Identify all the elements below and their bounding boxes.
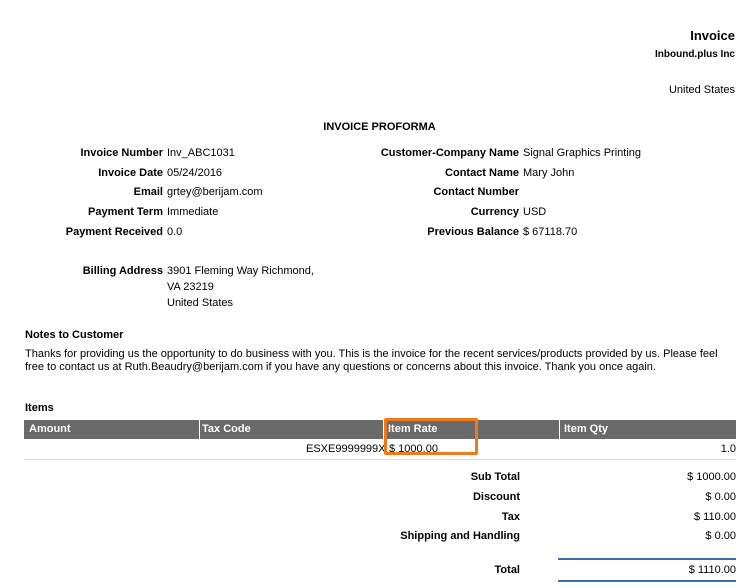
- contact-name-label: Contact Name: [445, 167, 519, 179]
- shipping-label: Shipping and Handling: [400, 530, 520, 542]
- shipping-value: $ 0.00: [705, 530, 736, 542]
- email-label: Email: [133, 186, 163, 198]
- column-header-tax-code: Tax Code: [202, 423, 251, 435]
- contact-number-label: Contact Number: [433, 186, 519, 198]
- items-heading: Items: [25, 402, 54, 414]
- payment-term-value: Immediate: [167, 206, 219, 218]
- customer-company-value: Signal Graphics Printing: [523, 147, 642, 159]
- company-country: United States: [668, 84, 735, 96]
- company-name: Inbound.plus Inc: [655, 49, 735, 60]
- invoice-number-value: Inv_ABC1031: [167, 147, 235, 159]
- tax-value: $ 110.00: [693, 511, 736, 523]
- invoice-number-label: Invoice Number: [80, 147, 163, 159]
- item-qty: 1.0: [720, 443, 736, 455]
- row-divider: [24, 459, 736, 460]
- column-header-item-qty: Item Qty: [564, 423, 609, 435]
- document-title: INVOICE PROFORMA: [323, 121, 436, 133]
- column-divider: [559, 420, 560, 439]
- currency-label: Currency: [470, 206, 519, 218]
- column-divider: [199, 420, 200, 439]
- previous-balance-value: $ 67118.70: [523, 226, 578, 238]
- grand-total-value: $ 1110.00: [688, 564, 736, 576]
- payment-received-value: 0.0: [167, 226, 183, 238]
- subtotal-label: Sub Total: [470, 471, 520, 483]
- invoice-title: Invoice: [690, 28, 735, 43]
- contact-name-value: Mary John: [523, 167, 575, 179]
- billing-address-line1: 3901 Fleming Way Richmond,: [167, 265, 314, 277]
- previous-balance-label: Previous Balance: [427, 226, 519, 238]
- discount-label: Discount: [472, 491, 520, 503]
- item-tax-code: ESXE9999999X: [306, 443, 386, 455]
- customer-company-label: Customer-Company Name: [380, 147, 519, 159]
- invoice-date-value: 05/24/2016: [167, 167, 223, 179]
- email-value: grtey@berijam.com: [167, 186, 263, 198]
- tax-label: Tax: [501, 511, 520, 523]
- billing-address-line2: VA 23219: [167, 281, 214, 293]
- invoice-date-label: Invoice Date: [98, 167, 163, 179]
- discount-value: $ 0.00: [705, 491, 736, 503]
- billing-address-label: Billing Address: [82, 265, 163, 277]
- currency-value: USD: [523, 206, 547, 218]
- notes-text-line1: Thanks for providing us the opportunity …: [25, 348, 718, 360]
- items-table-header: Amount Tax Code Item Rate Item Qty: [24, 420, 736, 439]
- total-rule-bottom: [558, 580, 736, 582]
- payment-received-label: Payment Received: [65, 226, 163, 238]
- grand-total-label: Total: [494, 564, 520, 576]
- billing-address-line3: United States: [167, 297, 234, 309]
- notes-heading: Notes to Customer: [25, 329, 124, 341]
- notes-text-line2: free to contact us at Ruth.Beaudry@berij…: [25, 361, 656, 373]
- total-rule-top: [558, 558, 736, 560]
- column-header-amount: Amount: [29, 423, 71, 435]
- item-rate-highlight: [384, 418, 478, 455]
- subtotal-value: $ 1000.00: [687, 471, 736, 483]
- payment-term-label: Payment Term: [88, 206, 163, 218]
